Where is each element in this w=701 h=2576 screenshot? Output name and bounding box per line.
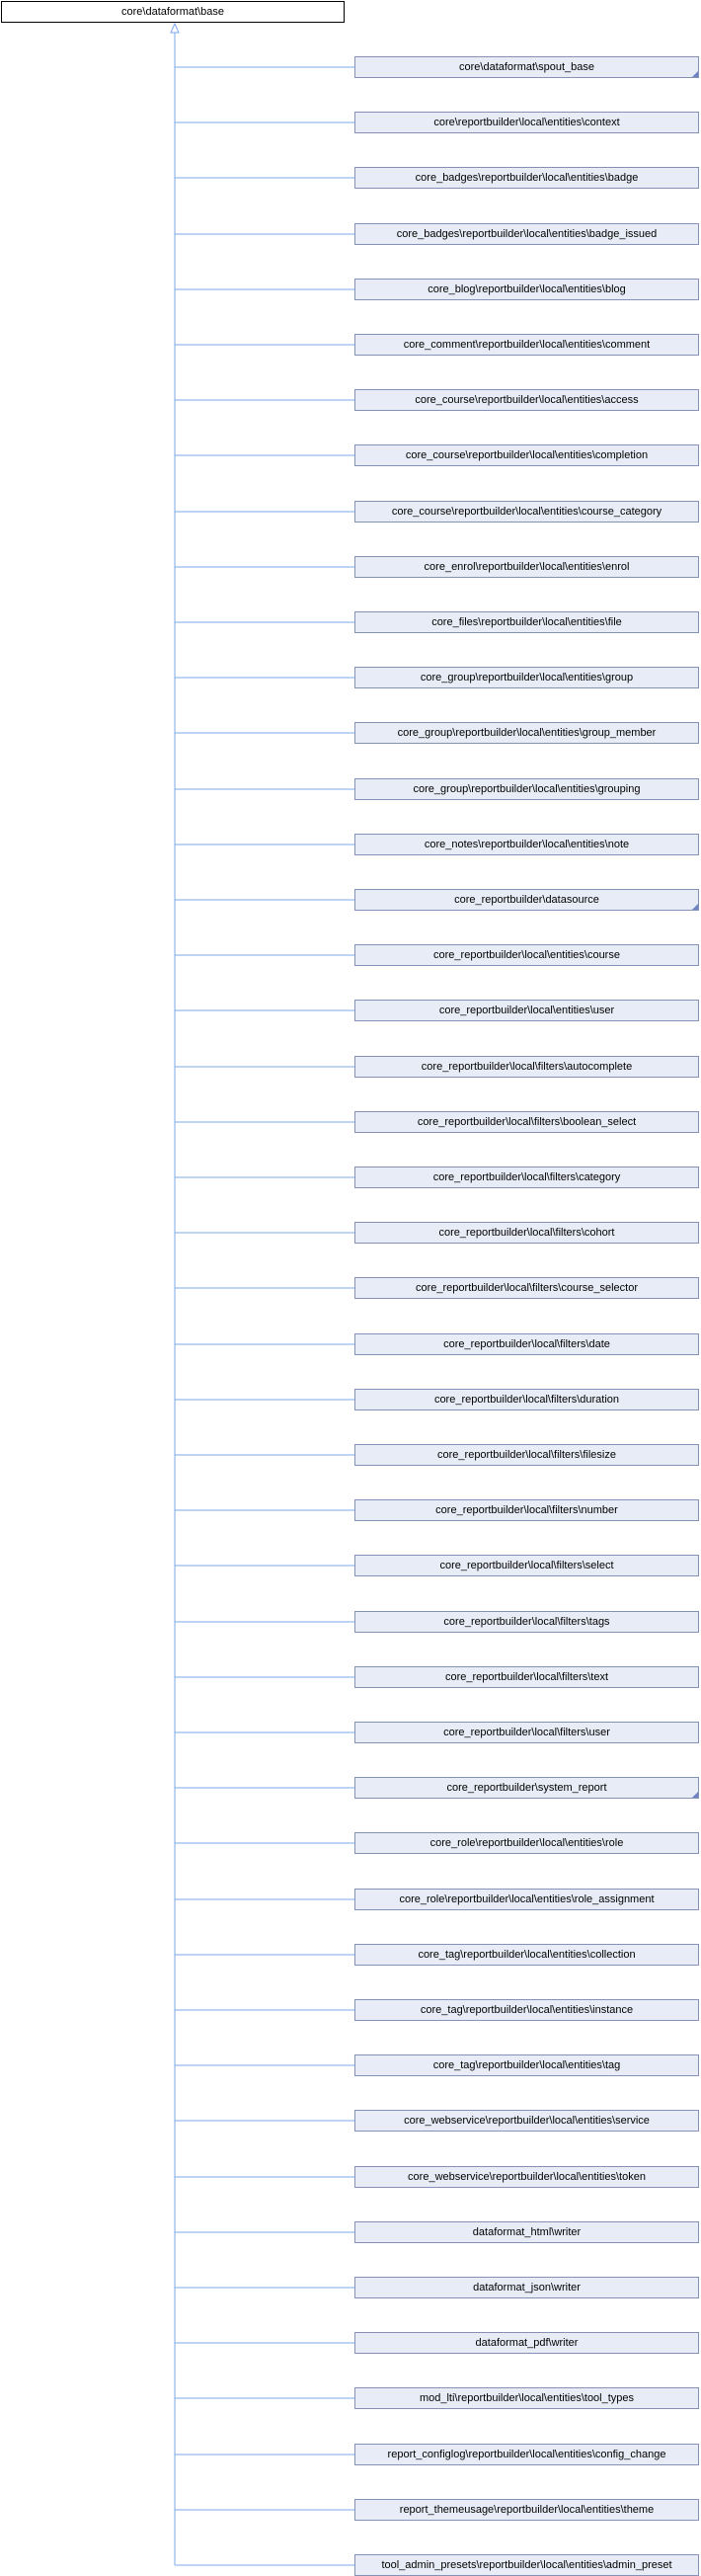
has-subclasses-marker [692,71,698,77]
has-subclasses-marker [692,904,698,910]
derived-class-node[interactable]: core_reportbuilder\local\filters\tags [354,1611,699,1633]
derived-class-node[interactable]: tool_admin_presets\reportbuilder\local\e… [354,2554,699,2576]
derived-class-node[interactable]: core_tag\reportbuilder\local\entities\in… [354,1999,699,2021]
derived-class-node[interactable]: core_course\reportbuilder\local\entities… [354,501,699,523]
derived-class-node[interactable]: core_reportbuilder\local\filters\select [354,1555,699,1576]
root-class-node[interactable]: core\dataformat\base [1,1,345,23]
derived-class-node[interactable]: core_notes\reportbuilder\local\entities\… [354,834,699,855]
derived-class-node[interactable]: core_group\reportbuilder\local\entities\… [354,778,699,800]
derived-class-node[interactable]: core_enrol\reportbuilder\local\entities\… [354,556,699,578]
derived-class-node[interactable]: core_reportbuilder\local\filters\user [354,1722,699,1743]
derived-class-node[interactable]: core_course\reportbuilder\local\entities… [354,444,699,466]
derived-class-node[interactable]: report_configlog\reportbuilder\local\ent… [354,2444,699,2465]
derived-class-node[interactable]: core_files\reportbuilder\local\entities\… [354,611,699,633]
derived-class-node[interactable]: core_reportbuilder\local\filters\filesiz… [354,1444,699,1466]
derived-class-node[interactable]: core_reportbuilder\local\filters\number [354,1499,699,1521]
derived-class-node[interactable]: core_comment\reportbuilder\local\entitie… [354,334,699,356]
derived-class-node[interactable]: core_course\reportbuilder\local\entities… [354,389,699,411]
derived-class-node[interactable]: core_reportbuilder\local\filters\categor… [354,1167,699,1188]
derived-class-node[interactable]: core_reportbuilder\local\entities\course [354,944,699,966]
derived-class-node[interactable]: dataformat_html\writer [354,2221,699,2243]
derived-class-node[interactable]: core_group\reportbuilder\local\entities\… [354,667,699,688]
derived-class-node[interactable]: core_role\reportbuilder\local\entities\r… [354,1889,699,1910]
derived-class-node[interactable]: core_reportbuilder\local\filters\text [354,1666,699,1688]
derived-class-node[interactable]: core_reportbuilder\datasource [354,889,699,911]
derived-class-node[interactable]: dataformat_json\writer [354,2277,699,2298]
derived-class-node[interactable]: core_reportbuilder\local\filters\course_… [354,1277,699,1299]
inheritance-arrowhead [170,22,180,34]
derived-class-node[interactable]: core_reportbuilder\local\filters\date [354,1333,699,1355]
derived-class-node[interactable]: core_reportbuilder\local\filters\duratio… [354,1389,699,1410]
derived-class-node[interactable]: dataformat_pdf\writer [354,2332,699,2354]
derived-class-node[interactable]: core_tag\reportbuilder\local\entities\co… [354,1944,699,1966]
derived-class-node[interactable]: core_reportbuilder\local\filters\boolean… [354,1111,699,1133]
derived-class-node[interactable]: core_group\reportbuilder\local\entities\… [354,722,699,744]
has-subclasses-marker [692,1792,698,1798]
derived-class-node[interactable]: core\dataformat\spout_base [354,56,699,78]
derived-class-node[interactable]: core_badges\reportbuilder\local\entities… [354,167,699,189]
derived-class-node[interactable]: report_themeusage\reportbuilder\local\en… [354,2499,699,2521]
derived-class-node[interactable]: core\reportbuilder\local\entities\contex… [354,112,699,133]
derived-class-node[interactable]: mod_lti\reportbuilder\local\entities\too… [354,2387,699,2409]
inheritance-diagram: core\dataformat\base core\dataformat\spo… [0,0,701,2576]
derived-class-node[interactable]: core_tag\reportbuilder\local\entities\ta… [354,2054,699,2076]
derived-class-node[interactable]: core_reportbuilder\local\filters\cohort [354,1222,699,1244]
derived-class-node[interactable]: core_reportbuilder\local\filters\autocom… [354,1056,699,1078]
derived-class-node[interactable]: core_blog\reportbuilder\local\entities\b… [354,279,699,300]
derived-class-node[interactable]: core_badges\reportbuilder\local\entities… [354,223,699,245]
derived-class-node[interactable]: core_reportbuilder\system_report [354,1777,699,1799]
derived-class-node[interactable]: core_role\reportbuilder\local\entities\r… [354,1832,699,1854]
derived-class-node[interactable]: core_reportbuilder\local\entities\user [354,1000,699,1021]
derived-class-node[interactable]: core_webservice\reportbuilder\local\enti… [354,2166,699,2188]
derived-class-node[interactable]: core_webservice\reportbuilder\local\enti… [354,2110,699,2132]
